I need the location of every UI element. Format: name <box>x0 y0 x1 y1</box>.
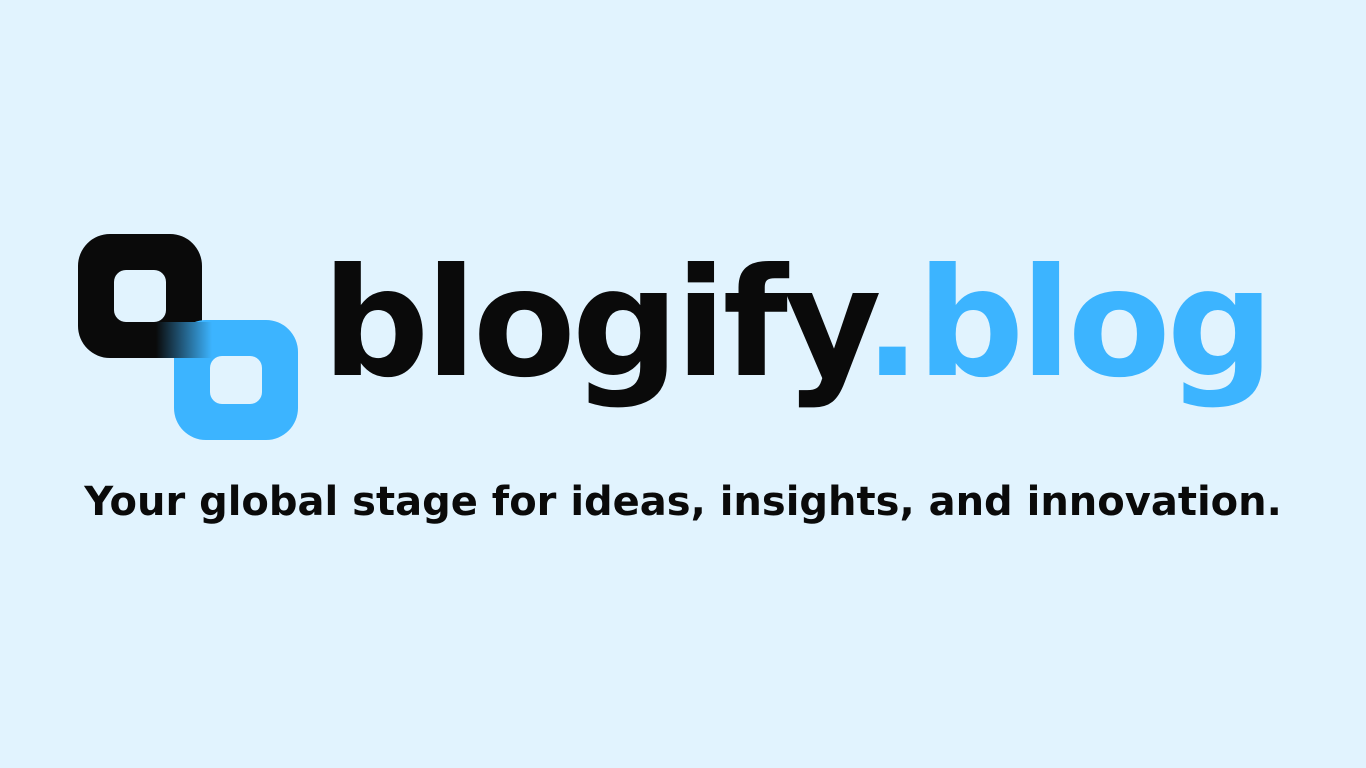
hero-banner: blogify.blog Your global stage for ideas… <box>0 0 1366 768</box>
logo-link-bridge <box>156 322 212 358</box>
brand-name-primary: blogify <box>322 237 868 411</box>
tagline: Your global stage for ideas, insights, a… <box>84 479 1282 525</box>
logo-icon <box>78 234 298 440</box>
brand-name-suffix: .blog <box>863 237 1274 411</box>
brand-wordmark: blogify.blog <box>322 214 1274 434</box>
